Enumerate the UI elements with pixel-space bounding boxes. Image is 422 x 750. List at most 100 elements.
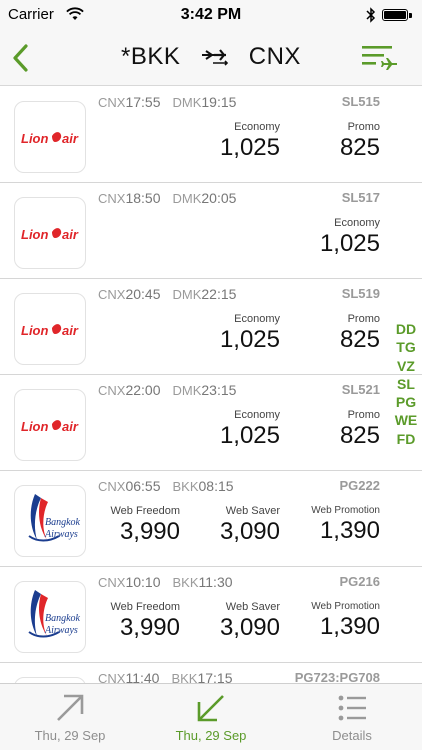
fare-web-freedom[interactable]: Web Freedom 3,990	[111, 601, 181, 642]
svg-text:Lion: Lion	[21, 419, 48, 434]
route-title: *BKK CNX	[0, 42, 422, 71]
flight-row[interactable]: CNX11:40 BKK17:15 PG723:PG708	[0, 663, 422, 683]
flight-row[interactable]: Bangkok Airways CNX06:55 BKK08:15 PG222 W…	[0, 471, 422, 567]
list-icon	[338, 695, 366, 721]
index-item[interactable]: TG	[393, 338, 419, 356]
flight-row[interactable]: Lion air CNX17:55 DMK19:15 SL515 Economy …	[0, 87, 422, 183]
fare-name: Economy	[334, 217, 380, 229]
fare-name: Web Saver	[225, 601, 280, 613]
departure-time: 10:10	[125, 574, 161, 590]
flight-row[interactable]: Bangkok Airways CNX10:10 BKK11:30 PG216 W…	[0, 567, 422, 663]
departure-time: 22:00	[125, 382, 161, 398]
fare-price: 825	[339, 134, 380, 161]
svg-text:Lion: Lion	[21, 227, 48, 242]
fare-price: 3,090	[219, 614, 280, 641]
bangkok-airways-logo: Bangkok Airways	[14, 581, 86, 653]
arrival-time: 23:15	[201, 382, 237, 398]
from-airport: CNX	[98, 95, 126, 110]
from-airport: CNX	[98, 287, 126, 302]
from-airport: CNX	[98, 191, 126, 206]
svg-text:air: air	[62, 419, 79, 434]
arrow-up-right-icon	[57, 694, 84, 721]
to-airport: DMK	[172, 383, 202, 398]
fare-name: Economy	[234, 409, 280, 421]
lionair-logo: Lion air	[14, 389, 86, 461]
index-item[interactable]: FD	[393, 430, 419, 448]
flight-row[interactable]: Lion air CNX18:50 DMK20:05 SL517 Economy …	[0, 183, 422, 279]
svg-text:Bangkok: Bangkok	[45, 613, 81, 624]
status-bar: Carrier 3:42 PM	[0, 0, 422, 30]
from-airport: CNX	[98, 575, 126, 590]
flight-number: SL515	[341, 94, 380, 109]
tab-details[interactable]: Details	[282, 684, 422, 750]
tab-label: Thu, 29 Sep	[34, 728, 106, 743]
fare-name: Promo	[347, 121, 380, 133]
fare-economy[interactable]: Economy 1,025	[220, 313, 280, 354]
fare-price: 1,390	[319, 613, 380, 640]
svg-text:Lion: Lion	[21, 323, 48, 338]
fare-web-freedom[interactable]: Web Freedom 3,990	[111, 505, 181, 546]
from-airport: CNX	[98, 671, 126, 683]
flight-number: SL519	[341, 286, 380, 301]
airline-index[interactable]: DD TG VZ SL PG WE FD	[393, 320, 419, 448]
fare-price: 825	[339, 326, 380, 353]
lionair-logo: Lion air	[14, 197, 86, 269]
fare-price: 1,025	[319, 230, 380, 257]
fare-web-saver[interactable]: Web Saver 3,090	[220, 505, 280, 546]
svg-text:air: air	[62, 131, 79, 146]
flight-row[interactable]: Lion air CNX20:45 DMK22:15 SL519 Economy …	[0, 279, 422, 375]
fare-name: Promo	[347, 409, 380, 421]
fare-price: 3,990	[119, 614, 180, 641]
fare-web-promotion[interactable]: Web Promotion 1,390	[311, 505, 380, 545]
fare-economy[interactable]: Economy 1,025	[320, 217, 380, 258]
to-airport: BKK	[172, 479, 199, 494]
fare-web-promotion[interactable]: Web Promotion 1,390	[311, 601, 380, 641]
tab-return[interactable]: Thu, 29 Sep	[141, 684, 281, 750]
origin-code: *BKK	[121, 42, 181, 70]
arrival-time: 17:15	[197, 670, 233, 683]
departure-time: 18:50	[125, 190, 161, 206]
index-item[interactable]: DD	[393, 320, 419, 338]
fare-economy[interactable]: Economy 1,025	[220, 409, 280, 450]
departure-time: 17:55	[125, 94, 161, 110]
to-airport: BKK	[172, 575, 199, 590]
fare-promo[interactable]: Promo 825	[340, 121, 380, 162]
arrow-down-left-icon	[197, 695, 224, 722]
index-item[interactable]: SL	[393, 375, 419, 393]
svg-text:Airways: Airways	[44, 625, 78, 636]
battery-icon	[382, 9, 408, 21]
arrival-time: 20:05	[201, 190, 237, 206]
flight-row[interactable]: Lion air CNX22:00 DMK23:15 SL521 Economy …	[0, 375, 422, 471]
svg-text:air: air	[62, 323, 79, 338]
flight-times: CNX22:00 DMK23:15	[98, 382, 236, 398]
to-airport: DMK	[172, 191, 202, 206]
fare-promo[interactable]: Promo 825	[340, 313, 380, 354]
fare-web-saver[interactable]: Web Saver 3,090	[220, 601, 280, 642]
lionair-logo: Lion air	[14, 293, 86, 365]
departure-time: 11:40	[125, 670, 160, 683]
flight-number: SL517	[341, 190, 380, 205]
navigation-bar: *BKK CNX	[0, 30, 422, 86]
fare-price: 3,090	[219, 518, 280, 545]
flight-times: CNX10:10 BKK11:30	[98, 574, 233, 590]
index-item[interactable]: VZ	[393, 357, 419, 375]
flight-list[interactable]: Lion air CNX17:55 DMK19:15 SL515 Economy …	[0, 87, 422, 683]
tab-outbound[interactable]: Thu, 29 Sep	[0, 684, 140, 750]
departure-time: 20:45	[125, 286, 161, 302]
destination-code: CNX	[248, 42, 301, 70]
tab-label: Thu, 29 Sep	[175, 728, 247, 743]
bangkok-airways-logo: Bangkok Airways	[14, 485, 86, 557]
flight-times: CNX06:55 BKK08:15	[98, 478, 234, 494]
index-item[interactable]: WE	[393, 411, 419, 429]
fare-name: Web Promotion	[311, 601, 380, 612]
tab-label: Details	[332, 728, 372, 743]
from-airport: CNX	[98, 383, 126, 398]
flight-times: CNX18:50 DMK20:05	[98, 190, 236, 206]
fare-promo[interactable]: Promo 825	[340, 409, 380, 450]
svg-text:Lion: Lion	[21, 131, 48, 146]
index-item[interactable]: PG	[393, 393, 419, 411]
flight-times: CNX11:40 BKK17:15	[98, 670, 233, 683]
fare-economy[interactable]: Economy 1,025	[220, 121, 280, 162]
flight-number: SL521	[341, 382, 380, 397]
sort-flights-icon[interactable]	[362, 44, 398, 72]
